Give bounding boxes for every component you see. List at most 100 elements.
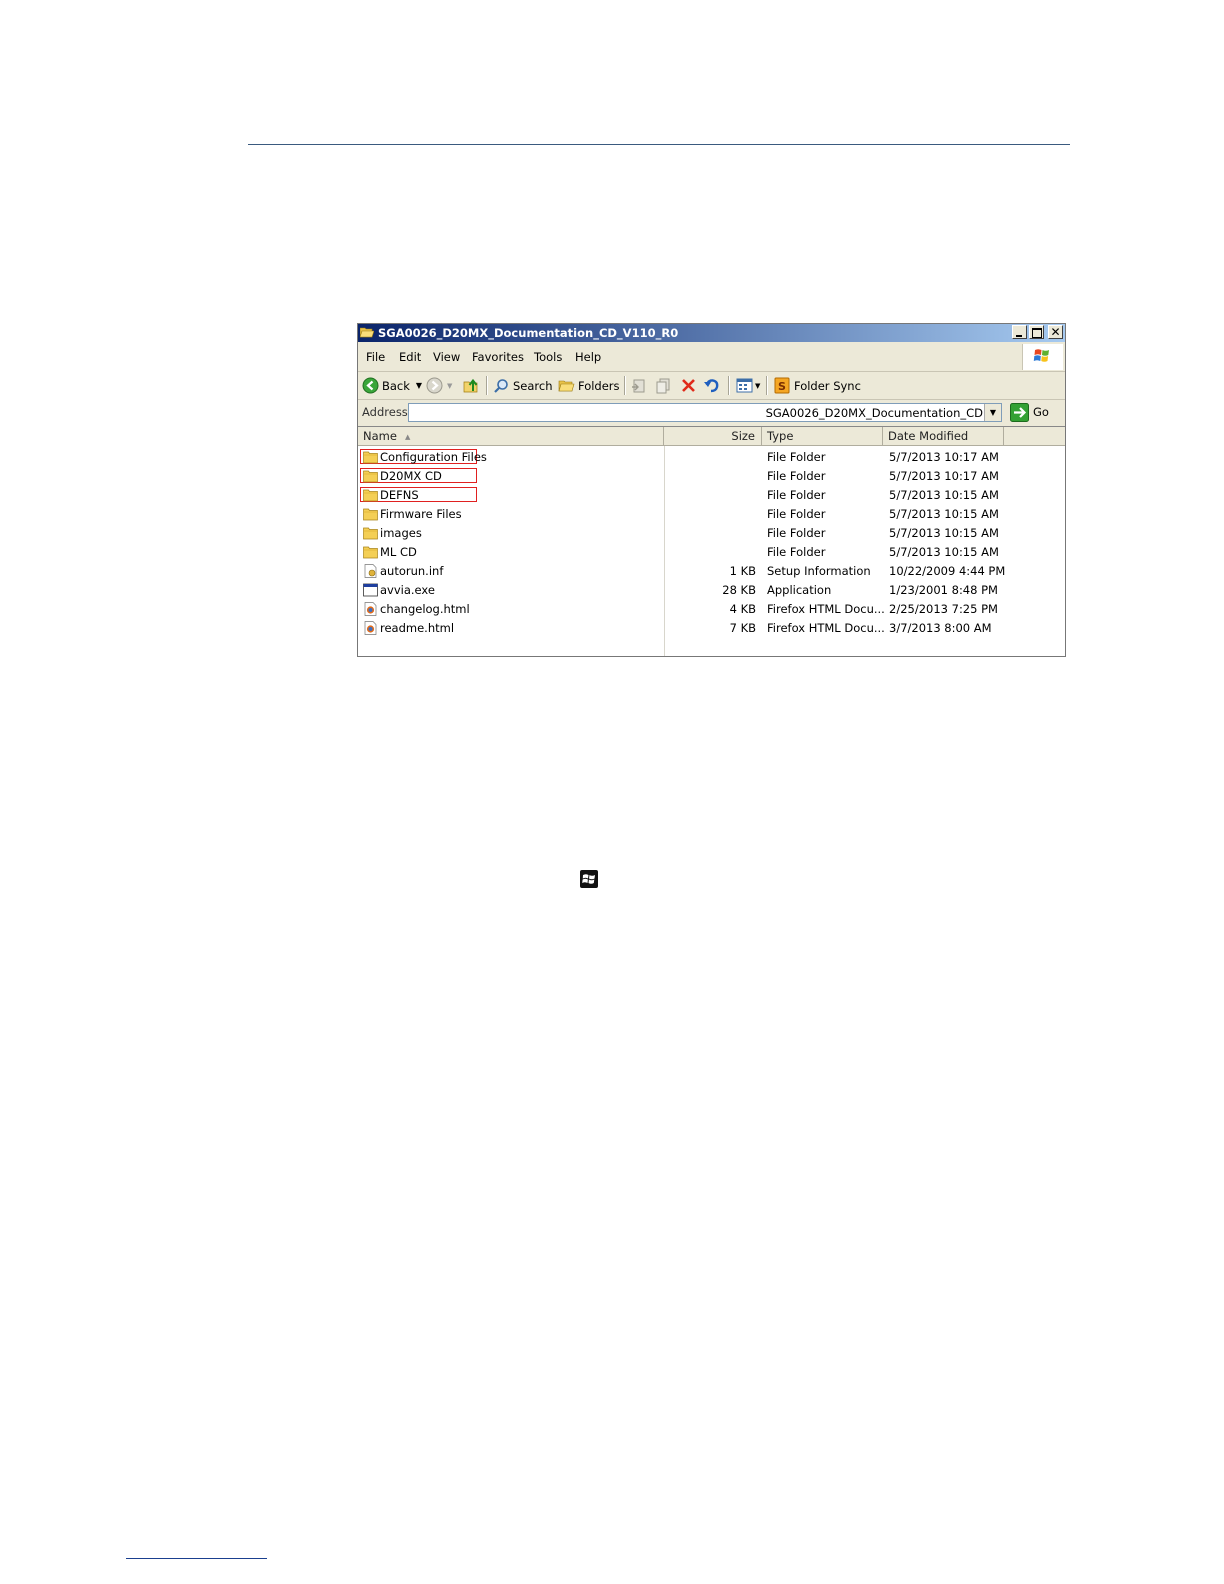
menu-bar: File Edit View Favorites Tools Help: [358, 343, 1065, 372]
file-name: autorun.inf: [380, 564, 444, 578]
file-name: images: [380, 526, 422, 540]
file-row[interactable]: DEFNS File Folder 5/7/2013 10:15 AM: [358, 486, 1065, 505]
up-folder-button[interactable]: [463, 377, 480, 394]
address-label: Address: [362, 405, 408, 419]
sort-ascending-icon: ▲: [404, 432, 411, 441]
file-row[interactable]: avvia.exe 28 KB Application 1/23/2001 8:48 …: [358, 581, 1065, 600]
file-date-modified: 5/7/2013 10:15 AM: [889, 507, 999, 521]
column-header-date-modified[interactable]: Date Modified: [883, 427, 1004, 445]
file-date-modified: 5/7/2013 10:17 AM: [889, 469, 999, 483]
menu-edit[interactable]: Edit: [399, 350, 421, 364]
delete-icon: [682, 379, 695, 392]
forward-arrow-icon: [426, 377, 443, 394]
file-list: Name ▲ Size Type Date Modified Configurat…: [358, 426, 1065, 656]
back-arrow-icon: [362, 377, 379, 394]
delete-button[interactable]: [680, 377, 697, 394]
views-button[interactable]: ▼: [736, 377, 760, 394]
back-dropdown-icon[interactable]: ▼: [416, 381, 422, 390]
file-row[interactable]: autorun.inf 1 KB Setup Information 10/22/20…: [358, 562, 1065, 581]
file-name: Firmware Files: [380, 507, 462, 521]
undo-icon: [704, 379, 719, 393]
file-size: 4 KB: [729, 602, 756, 616]
file-type: Setup Information: [767, 564, 871, 578]
address-bar: Address SGA0026_D20MX_Documentation_CD ▼…: [358, 400, 1065, 425]
file-row[interactable]: Configuration Files File Folder 5/7/2013 1…: [358, 448, 1065, 467]
folder-icon: [363, 545, 378, 559]
windows-flag-icon: [1022, 344, 1063, 370]
column-header-size[interactable]: Size: [664, 427, 762, 445]
folder-icon: [363, 507, 378, 521]
file-row[interactable]: Firmware Files File Folder 5/7/2013 10:15 …: [358, 505, 1065, 524]
menu-view[interactable]: View: [433, 350, 460, 364]
menu-help[interactable]: Help: [575, 350, 601, 364]
file-name: changelog.html: [380, 602, 470, 616]
column-header-type[interactable]: Type: [762, 427, 883, 445]
file-size: 7 KB: [729, 621, 756, 635]
move-to-icon: [632, 379, 645, 393]
column-headers: Name ▲ Size Type Date Modified: [358, 427, 1065, 446]
file-name: Configuration Files: [380, 450, 487, 464]
toolbar: Back ▼ ▼ Search Folders ▼ S Folder Sync: [358, 372, 1065, 400]
menu-file[interactable]: File: [366, 350, 385, 364]
file-row[interactable]: changelog.html 4 KB Firefox HTML Docu... 2/…: [358, 600, 1065, 619]
open-folder-icon: [360, 327, 374, 338]
column-divider: [664, 446, 665, 656]
folder-sync-icon: S: [774, 377, 790, 394]
application-icon: [363, 583, 378, 597]
file-type: File Folder: [767, 469, 826, 483]
copy-to-icon: [656, 378, 670, 394]
file-row[interactable]: readme.html 7 KB Firefox HTML Docu... 3/7/2…: [358, 619, 1065, 638]
file-row[interactable]: D20MX CD File Folder 5/7/2013 10:17 AM: [358, 467, 1065, 486]
file-row[interactable]: images File Folder 5/7/2013 10:15 AM: [358, 524, 1065, 543]
file-type: File Folder: [767, 507, 826, 521]
windows-logo-icon: [580, 870, 598, 888]
file-row[interactable]: ML CD File Folder 5/7/2013 10:15 AM: [358, 543, 1065, 562]
file-date-modified: 5/7/2013 10:17 AM: [889, 450, 999, 464]
file-date-modified: 3/7/2013 8:00 AM: [889, 621, 992, 635]
file-type: Firefox HTML Docu...: [767, 602, 885, 616]
menu-favorites[interactable]: Favorites: [472, 350, 524, 364]
undo-button[interactable]: [703, 377, 720, 394]
close-button[interactable]: ✕: [1048, 325, 1063, 339]
file-type: File Folder: [767, 450, 826, 464]
file-name: readme.html: [380, 621, 455, 635]
setup-file-icon: [363, 564, 378, 578]
explorer-window: SGA0026_D20MX_Documentation_CD_V110_R0 ✕…: [357, 323, 1066, 657]
file-type: Firefox HTML Docu...: [767, 621, 885, 635]
column-header-name[interactable]: Name ▲: [358, 427, 664, 445]
minimize-button[interactable]: [1012, 325, 1027, 339]
file-type: File Folder: [767, 545, 826, 559]
file-date-modified: 5/7/2013 10:15 AM: [889, 545, 999, 559]
search-icon: [494, 378, 508, 393]
folders-button[interactable]: Folders: [558, 377, 620, 394]
address-dropdown-icon[interactable]: ▼: [984, 404, 1001, 421]
title-bar[interactable]: SGA0026_D20MX_Documentation_CD_V110_R0 ✕: [358, 324, 1065, 342]
file-size: 1 KB: [729, 564, 756, 578]
folder-icon: [363, 450, 378, 464]
folder-icon: [363, 526, 378, 540]
file-name: DEFNS: [380, 488, 419, 502]
up-folder-icon: [463, 378, 478, 393]
file-size: 28 KB: [722, 583, 756, 597]
window-title: SGA0026_D20MX_Documentation_CD_V110_R0: [378, 326, 679, 340]
folder-sync-button[interactable]: S Folder Sync: [774, 377, 861, 394]
header-rule: [248, 144, 1070, 145]
forward-button[interactable]: ▼: [426, 377, 452, 394]
file-date-modified: 2/25/2013 7:25 PM: [889, 602, 998, 616]
go-arrow-icon: [1010, 402, 1029, 422]
back-button[interactable]: Back ▼: [362, 377, 422, 394]
svg-text:S: S: [778, 380, 786, 393]
file-date-modified: 10/22/2009 4:44 PM: [889, 564, 1006, 578]
file-type: File Folder: [767, 488, 826, 502]
maximize-button[interactable]: [1029, 325, 1044, 339]
folder-icon: [363, 469, 378, 483]
search-button[interactable]: Search: [493, 377, 553, 394]
go-button[interactable]: Go: [1010, 402, 1049, 422]
file-type: Application: [767, 583, 832, 597]
address-input[interactable]: SGA0026_D20MX_Documentation_CD ▼: [408, 403, 1002, 422]
firefox-html-icon: [363, 621, 378, 635]
address-value: SGA0026_D20MX_Documentation_CD: [765, 406, 983, 420]
move-to-button[interactable]: [631, 377, 648, 394]
copy-to-button[interactable]: [655, 377, 672, 394]
menu-tools[interactable]: Tools: [534, 350, 562, 364]
